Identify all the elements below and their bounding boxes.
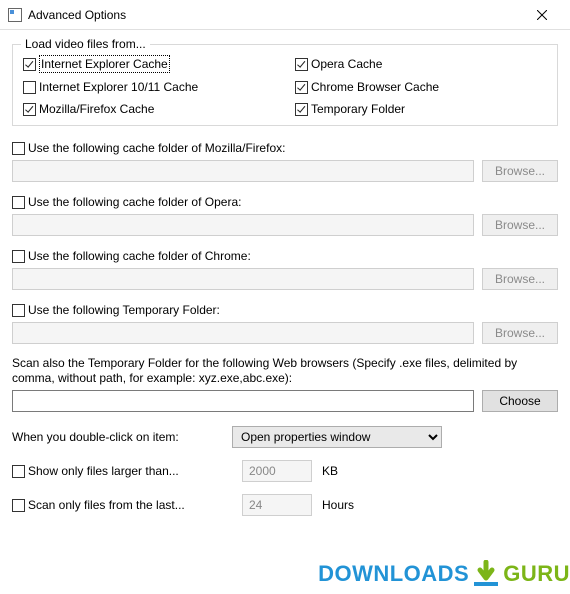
scan-also-desc: Scan also the Temporary Folder for the f… — [12, 356, 558, 386]
checkbox-icon — [12, 142, 25, 155]
checkbox-label: Internet Explorer Cache — [39, 55, 170, 73]
window-title: Advanced Options — [28, 8, 126, 22]
group-legend: Load video files from... — [21, 37, 150, 51]
close-button[interactable] — [522, 1, 562, 29]
close-icon — [537, 10, 547, 20]
load-from-checkbox[interactable]: Internet Explorer 10/11 Cache — [23, 79, 275, 95]
checkbox-icon — [12, 250, 25, 263]
scan-also-input[interactable] — [12, 390, 474, 412]
checkbox-icon — [295, 58, 308, 71]
load-from-checkbox[interactable]: Temporary Folder — [295, 101, 547, 117]
checkbox-icon — [295, 103, 308, 116]
checkbox-icon — [23, 81, 36, 94]
last-label: Scan only files from the last... — [28, 497, 185, 513]
checkbox-label: Opera Cache — [311, 56, 382, 72]
folder-path-input[interactable] — [12, 322, 474, 344]
folder-checkbox[interactable]: Use the following Temporary Folder: — [12, 302, 558, 318]
checkbox-icon — [12, 196, 25, 209]
folder-checkbox[interactable]: Use the following cache folder of Chrome… — [12, 248, 558, 264]
checkbox-label: Temporary Folder — [311, 101, 405, 117]
checkbox-label: Internet Explorer 10/11 Cache — [39, 79, 198, 95]
larger-checkbox[interactable]: Show only files larger than... — [12, 463, 232, 479]
checkbox-icon — [23, 58, 36, 71]
folder-checkbox[interactable]: Use the following cache folder of Opera: — [12, 194, 558, 210]
larger-label: Show only files larger than... — [28, 463, 179, 479]
load-from-group: Load video files from... Internet Explor… — [12, 44, 558, 126]
load-from-checkbox[interactable]: Chrome Browser Cache — [295, 79, 547, 95]
larger-input[interactable] — [242, 460, 312, 482]
last-input[interactable] — [242, 494, 312, 516]
dblclick-label: When you double-click on item: — [12, 430, 222, 444]
watermark-right: GURU — [503, 561, 570, 587]
folder-label: Use the following Temporary Folder: — [28, 302, 220, 318]
folder-path-input[interactable] — [12, 214, 474, 236]
checkbox-label: Chrome Browser Cache — [311, 79, 439, 95]
folder-label: Use the following cache folder of Chrome… — [28, 248, 251, 264]
checkbox-icon — [295, 81, 308, 94]
checkbox-icon — [12, 499, 25, 512]
load-from-checkbox[interactable]: Mozilla/Firefox Cache — [23, 101, 275, 117]
folder-label: Use the following cache folder of Opera: — [28, 194, 241, 210]
folder-checkbox[interactable]: Use the following cache folder of Mozill… — [12, 140, 558, 156]
checkbox-label: Mozilla/Firefox Cache — [39, 101, 154, 117]
dblclick-combo[interactable]: Open properties window — [232, 426, 442, 448]
browse-button[interactable]: Browse... — [482, 214, 558, 236]
load-from-checkbox[interactable]: Opera Cache — [295, 55, 547, 73]
last-checkbox[interactable]: Scan only files from the last... — [12, 497, 232, 513]
choose-button[interactable]: Choose — [482, 390, 558, 412]
download-icon — [471, 560, 501, 588]
folder-path-input[interactable] — [12, 160, 474, 182]
browse-button[interactable]: Browse... — [482, 160, 558, 182]
titlebar: Advanced Options — [0, 0, 570, 30]
larger-unit: KB — [322, 464, 338, 478]
watermark: DOWNLOADS GURU — [318, 560, 570, 588]
app-icon — [8, 8, 22, 22]
checkbox-icon — [12, 304, 25, 317]
browse-button[interactable]: Browse... — [482, 268, 558, 290]
browse-button[interactable]: Browse... — [482, 322, 558, 344]
folder-label: Use the following cache folder of Mozill… — [28, 140, 285, 156]
last-unit: Hours — [322, 498, 354, 512]
checkbox-icon — [12, 465, 25, 478]
checkbox-icon — [23, 103, 36, 116]
folder-path-input[interactable] — [12, 268, 474, 290]
load-from-checkbox[interactable]: Internet Explorer Cache — [23, 55, 275, 73]
watermark-left: DOWNLOADS — [318, 561, 469, 587]
